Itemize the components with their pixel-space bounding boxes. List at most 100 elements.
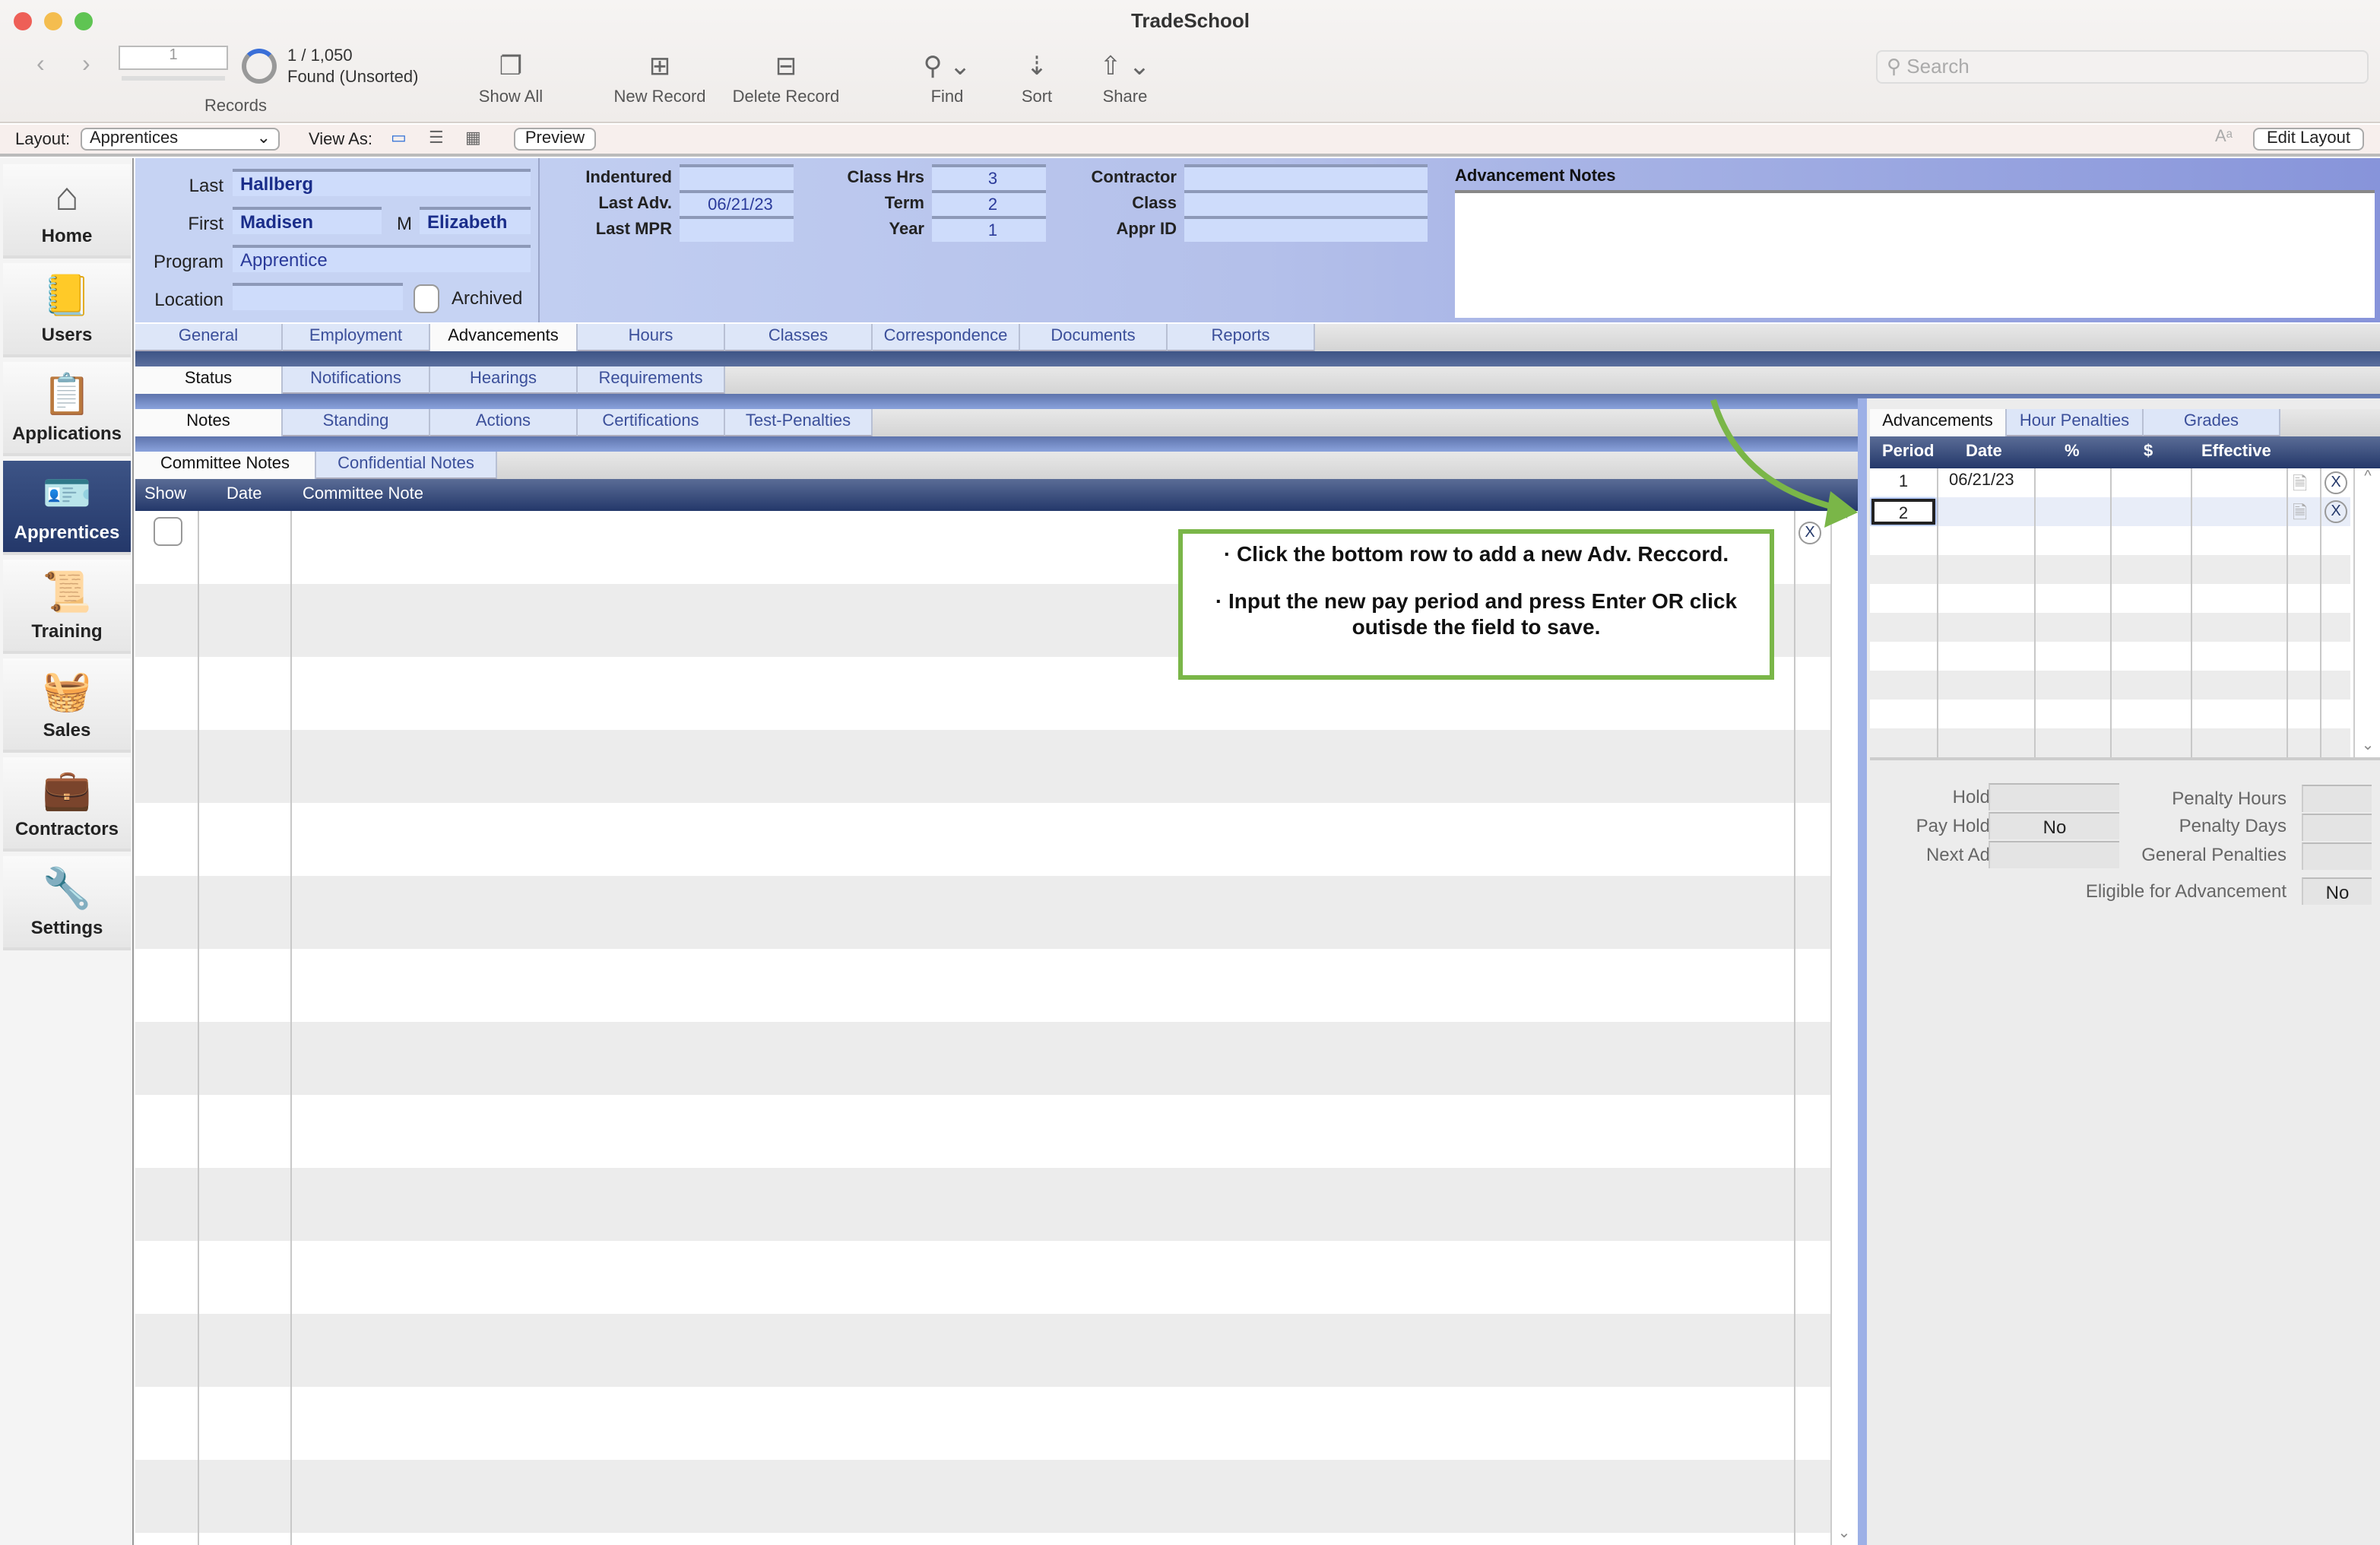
table-row[interactable] [135, 1168, 1830, 1241]
column-show[interactable]: Show [144, 485, 186, 503]
tab-status[interactable]: Status [135, 366, 283, 394]
tab-documents[interactable]: Documents [1020, 324, 1168, 351]
tab-test-penalties[interactable]: Test-Penalties [725, 409, 873, 436]
find-button[interactable]: ⚲ ⌄ Find [909, 46, 985, 106]
tab-confidential-notes[interactable]: Confidential Notes [316, 452, 497, 479]
middle-name-field[interactable]: Elizabeth [420, 207, 531, 234]
notes-scrollbar[interactable]: ^ ⌄ [1830, 511, 1856, 1545]
edit-layout-button[interactable]: Edit Layout [2253, 128, 2364, 151]
table-row[interactable] [1870, 700, 2350, 728]
delete-row-icon[interactable]: X [2325, 500, 2347, 523]
sidebar-item-sales[interactable]: 🧺 Sales [3, 658, 131, 753]
last-mpr-field[interactable] [680, 216, 794, 242]
table-row[interactable] [135, 1314, 1830, 1387]
tab-committee-notes[interactable]: Committee Notes [135, 452, 316, 479]
sidebar-item-home[interactable]: ⌂ Home [3, 164, 131, 259]
tab-actions[interactable]: Actions [430, 409, 578, 436]
table-row[interactable] [135, 876, 1830, 949]
tab-employment[interactable]: Employment [283, 324, 430, 351]
archived-checkbox[interactable] [414, 284, 439, 313]
table-row[interactable] [135, 1095, 1830, 1168]
table-row[interactable] [1870, 613, 2350, 642]
class-field[interactable] [1184, 190, 1428, 216]
sidebar-item-users[interactable]: 📒 Users [3, 263, 131, 357]
general-penalties-field[interactable] [2302, 842, 2372, 870]
table-row[interactable] [135, 1022, 1830, 1095]
show-checkbox[interactable] [154, 517, 182, 546]
sidebar-item-settings[interactable]: 🔧 Settings [3, 856, 131, 950]
table-row[interactable] [135, 1460, 1830, 1533]
tab-standing[interactable]: Standing [283, 409, 430, 436]
table-view-icon[interactable]: ▦ [465, 128, 481, 148]
contractor-field[interactable] [1184, 164, 1428, 190]
period-cell[interactable]: 2 [1871, 499, 1935, 525]
font-size-icon[interactable]: Aᵃ [2215, 128, 2233, 146]
record-slider[interactable] [122, 76, 225, 81]
column-committee-note[interactable]: Committee Note [303, 485, 423, 503]
tab-reports[interactable]: Reports [1168, 324, 1315, 351]
new-record-button[interactable]: ⊞ New Record [608, 46, 711, 106]
column-dollars[interactable]: $ [2144, 443, 2153, 461]
show-all-button[interactable]: ❐ Show All [465, 46, 556, 106]
record-number-input[interactable]: 1 [119, 46, 228, 70]
penalty-days-field[interactable] [2302, 814, 2372, 841]
program-field[interactable]: Apprentice [233, 245, 531, 272]
table-row[interactable]: 1 06/21/23 🗎 X [1870, 468, 2350, 497]
layout-select[interactable]: Apprentices ⌄ [81, 128, 280, 151]
table-row[interactable]: 2 🗎 X [1870, 497, 2350, 526]
delete-row-icon[interactable]: X [2325, 471, 2347, 494]
table-row[interactable] [1870, 526, 2350, 555]
form-view-icon[interactable]: ▭ [391, 128, 407, 148]
appr-id-field[interactable] [1184, 216, 1428, 242]
tab-advancements[interactable]: Advancements [430, 324, 578, 351]
tab-hearings[interactable]: Hearings [430, 366, 578, 394]
tab-certifications[interactable]: Certifications [578, 409, 725, 436]
column-period[interactable]: Period [1882, 443, 1934, 461]
last-adv-field[interactable]: 06/21/23 [680, 190, 794, 216]
advancements-scrollbar[interactable]: ^ ⌄ [2353, 468, 2380, 757]
table-row[interactable] [1870, 671, 2350, 700]
tab-classes[interactable]: Classes [725, 324, 873, 351]
sort-button[interactable]: ⇣ Sort [1006, 46, 1067, 106]
table-row[interactable] [135, 1533, 1830, 1545]
scroll-down-icon[interactable]: ⌄ [2355, 738, 2380, 754]
table-row[interactable] [135, 803, 1830, 876]
sidebar-item-training[interactable]: 📜 Training [3, 560, 131, 654]
first-name-field[interactable]: Madisen [233, 207, 382, 234]
table-row[interactable] [1870, 555, 2350, 584]
advancement-notes-field[interactable] [1455, 190, 2375, 318]
table-row[interactable] [1870, 728, 2350, 757]
tab-general[interactable]: General [135, 324, 283, 351]
tab-correspondence[interactable]: Correspondence [873, 324, 1020, 351]
table-row[interactable] [135, 949, 1830, 1022]
tab-advancements[interactable]: Advancements [1870, 409, 2007, 436]
indentured-field[interactable] [680, 164, 794, 190]
tab-notifications[interactable]: Notifications [283, 366, 430, 394]
scroll-up-icon[interactable]: ^ [2355, 468, 2380, 485]
list-view-icon[interactable]: ☰ [429, 128, 444, 148]
tab-grades[interactable]: Grades [2144, 409, 2280, 436]
column-date[interactable]: Date [1966, 443, 2002, 461]
year-field[interactable]: 1 [932, 216, 1046, 242]
search-input[interactable]: ⚲ Search [1876, 50, 2369, 84]
advancements-table[interactable]: 1 06/21/23 🗎 X 2 🗎 X ^ ⌄ [1870, 468, 2380, 760]
tab-hour-penalties[interactable]: Hour Penalties [2007, 409, 2144, 436]
term-field[interactable]: 2 [932, 190, 1046, 216]
sidebar-item-applications[interactable]: 📋 Applications [3, 362, 131, 456]
last-name-field[interactable]: Hallberg [233, 169, 531, 196]
table-row[interactable] [1870, 584, 2350, 613]
location-field[interactable] [233, 283, 403, 310]
column-effective[interactable]: Effective [2201, 443, 2271, 461]
sidebar-item-contractors[interactable]: 💼 Contractors [3, 757, 131, 852]
tab-notes[interactable]: Notes [135, 409, 283, 436]
tab-hours[interactable]: Hours [578, 324, 725, 351]
class-hrs-field[interactable]: 3 [932, 164, 1046, 190]
table-row[interactable] [135, 730, 1830, 803]
period-cell[interactable]: 1 [1871, 470, 1935, 496]
table-row[interactable] [135, 1387, 1830, 1460]
next-record-icon[interactable]: › [82, 52, 90, 79]
sidebar-item-apprentices[interactable]: 🪪 Apprentices [3, 461, 131, 555]
prev-record-icon[interactable]: ‹ [36, 52, 45, 79]
delete-record-button[interactable]: ⊟ Delete Record [727, 46, 845, 106]
preview-button[interactable]: Preview [514, 128, 596, 151]
